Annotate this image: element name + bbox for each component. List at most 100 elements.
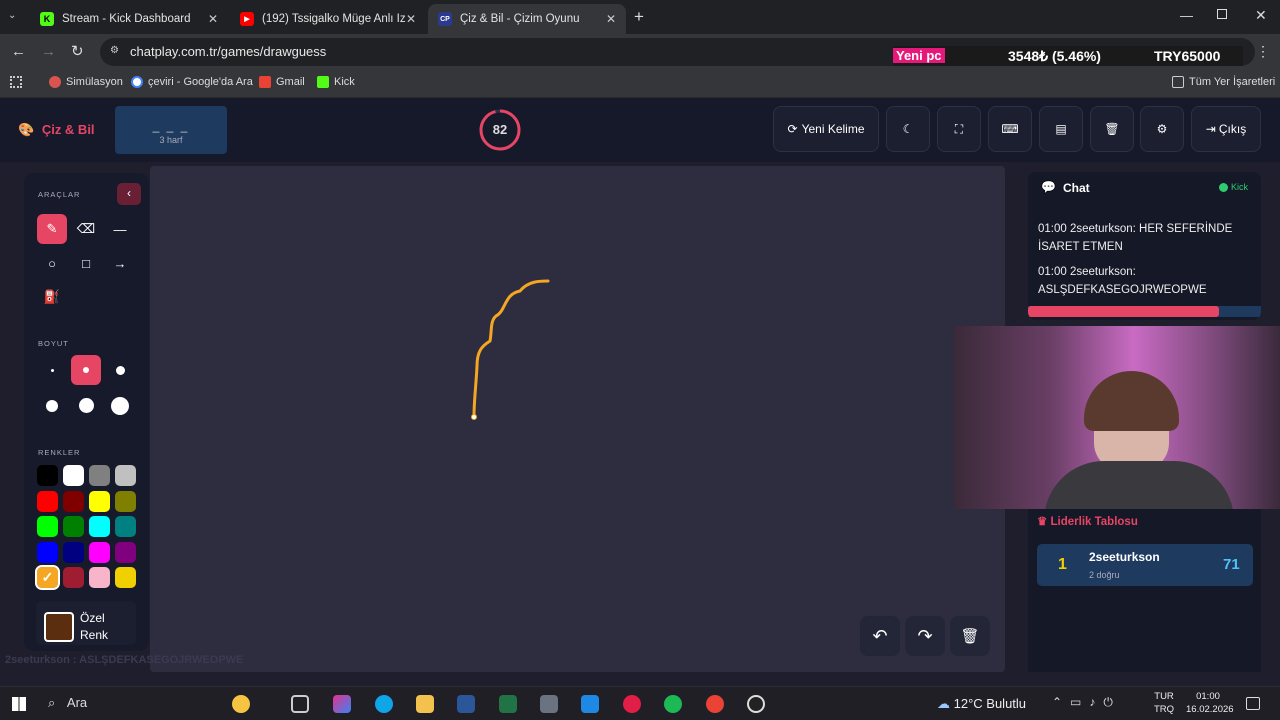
size-5[interactable]: [79, 398, 94, 413]
tab-kick-dashboard[interactable]: K Stream - Kick Dashboard ✕: [30, 4, 228, 34]
close-tab-icon[interactable]: ✕: [406, 12, 416, 26]
copilot-icon[interactable]: [232, 695, 250, 713]
tray-icons[interactable]: ⌃▭♪⏻: [1052, 695, 1121, 710]
color-swatch[interactable]: [63, 567, 84, 588]
forward-icon[interactable]: →: [41, 43, 56, 60]
browser-menu-icon[interactable]: ⋮: [1256, 43, 1270, 60]
dark-mode-button[interactable]: ☾: [886, 106, 930, 152]
task-view-icon[interactable]: [291, 695, 309, 713]
bookmark-gmail[interactable]: Gmail: [259, 76, 305, 88]
store-icon[interactable]: [581, 695, 599, 713]
custom-color-button[interactable]: Özel Renk: [36, 601, 136, 645]
custom-color-swatch[interactable]: [44, 612, 74, 642]
language-indicator[interactable]: TUR TRQ: [1154, 690, 1174, 716]
bookmark-label: Kick: [334, 76, 355, 88]
site-info-icon[interactable]: ⚙: [110, 45, 119, 56]
close-window-button[interactable]: ✕: [1255, 7, 1267, 24]
tab-search-button[interactable]: ⌄: [8, 10, 24, 26]
obs-icon[interactable]: [747, 695, 765, 713]
word-icon[interactable]: [457, 695, 475, 713]
word-mask: _ _ _: [152, 119, 190, 133]
line-tool[interactable]: —: [105, 214, 135, 244]
new-word-button[interactable]: ⟳ Yeni Kelime: [773, 106, 879, 152]
bookmark-label: Gmail: [276, 76, 305, 88]
size-1[interactable]: [51, 369, 54, 372]
circle-tool[interactable]: ○: [37, 248, 67, 278]
edge-icon[interactable]: [375, 695, 393, 713]
close-tab-icon[interactable]: ✕: [208, 12, 218, 26]
color-swatch[interactable]: [63, 465, 84, 486]
back-icon[interactable]: ←: [11, 43, 26, 60]
color-swatch[interactable]: [89, 541, 110, 563]
clear-button[interactable]: 🗑: [1090, 106, 1134, 152]
moon-icon: ☾: [902, 122, 914, 136]
chat-message: 01:00 2seeturkson: ASLŞDEFKASEGOJRWEOPWE: [1038, 266, 1207, 296]
excel-icon[interactable]: [499, 695, 517, 713]
redo-button[interactable]: ↷: [905, 616, 945, 656]
color-swatch[interactable]: [37, 490, 58, 512]
new-tab-button[interactable]: +: [634, 7, 644, 27]
webcam-hair: [1084, 371, 1179, 431]
windows-start-icon[interactable]: [12, 697, 26, 711]
browser-tab-bar: ⌄ K Stream - Kick Dashboard ✕ ▶ (192) Ts…: [0, 0, 1280, 34]
notifications-icon[interactable]: [1246, 697, 1260, 710]
maximize-button[interactable]: [1217, 9, 1227, 19]
color-swatch[interactable]: ✓: [35, 565, 60, 590]
archive-button[interactable]: ▤: [1039, 106, 1083, 152]
color-swatch[interactable]: [115, 490, 136, 512]
fullscreen-button[interactable]: ⛶: [937, 106, 981, 152]
clock[interactable]: 01:00 16.02.2026: [1186, 690, 1234, 716]
explorer-icon[interactable]: [416, 695, 434, 713]
apps-grid-icon[interactable]: [10, 76, 22, 88]
size-6[interactable]: [111, 397, 129, 415]
rectangle-tool[interactable]: □: [71, 248, 101, 278]
fill-tool[interactable]: ⛽: [37, 282, 67, 312]
size-3[interactable]: [116, 366, 125, 375]
color-swatch[interactable]: [115, 541, 136, 563]
size-2-selected[interactable]: [71, 355, 101, 385]
color-swatch[interactable]: [115, 465, 136, 486]
bookmark-simulasyon[interactable]: Simülasyon: [49, 76, 123, 88]
keyboard-button[interactable]: ⌨: [988, 106, 1032, 152]
bookmark-kick[interactable]: Kick: [317, 76, 355, 88]
chrome-icon[interactable]: [706, 695, 724, 713]
color-swatch[interactable]: [115, 567, 136, 588]
m365-icon[interactable]: [333, 695, 351, 713]
reload-icon[interactable]: ↻: [71, 42, 84, 60]
exit-button[interactable]: ⇥ Çıkış: [1191, 106, 1261, 152]
color-swatch[interactable]: [37, 465, 58, 486]
color-swatch[interactable]: [37, 516, 58, 537]
brush-tool[interactable]: ✎: [37, 214, 67, 244]
spotify-icon[interactable]: [664, 695, 682, 713]
arrow-tool[interactable]: →: [105, 248, 135, 278]
tab-youtube[interactable]: ▶ (192) Tssigalko Müge Anlı İzliyo ✕: [230, 4, 426, 34]
clear-canvas-button[interactable]: 🗑: [950, 616, 990, 656]
paint-bucket-icon: ⛽: [43, 289, 61, 304]
collapse-panel-button[interactable]: ‹: [117, 183, 141, 205]
color-swatch[interactable]: [63, 490, 84, 512]
minimize-button[interactable]: —: [1180, 8, 1193, 23]
weather-widget[interactable]: ☁ 12°C Bulutlu: [937, 696, 1026, 712]
color-swatch[interactable]: [115, 516, 136, 537]
all-bookmarks[interactable]: Tüm Yer İşaretleri: [1172, 76, 1275, 88]
tab-ciz-bil[interactable]: CP Çiz & Bil - Çizim Oyunu ✕: [428, 4, 626, 34]
color-swatch[interactable]: [89, 516, 110, 537]
bookmarks-bar: Simülasyon çeviri - Google'da Ara Gmail …: [0, 70, 1280, 98]
drawing-canvas[interactable]: 2seeturkson : ASLŞDEFKASEGOJRWEOPWE: [5, 166, 1005, 672]
eraser-tool[interactable]: ⌫: [71, 214, 101, 244]
color-swatch[interactable]: [89, 567, 110, 588]
drawing-surface[interactable]: [150, 166, 1005, 672]
color-swatch[interactable]: [63, 516, 84, 537]
undo-button[interactable]: ↶: [860, 616, 900, 656]
calculator-icon[interactable]: [540, 695, 558, 713]
size-4[interactable]: [46, 400, 58, 412]
color-swatch[interactable]: [89, 490, 110, 512]
color-swatch[interactable]: [63, 541, 84, 563]
color-swatch[interactable]: [37, 541, 58, 563]
opera-icon[interactable]: [623, 695, 641, 713]
settings-button[interactable]: ⚙: [1140, 106, 1184, 152]
app-logo[interactable]: 🎨 Çiz & Bil: [18, 122, 95, 138]
bookmark-ceviri[interactable]: çeviri - Google'da Ara: [131, 76, 253, 88]
color-swatch[interactable]: [89, 465, 110, 486]
close-tab-icon[interactable]: ✕: [606, 12, 616, 26]
